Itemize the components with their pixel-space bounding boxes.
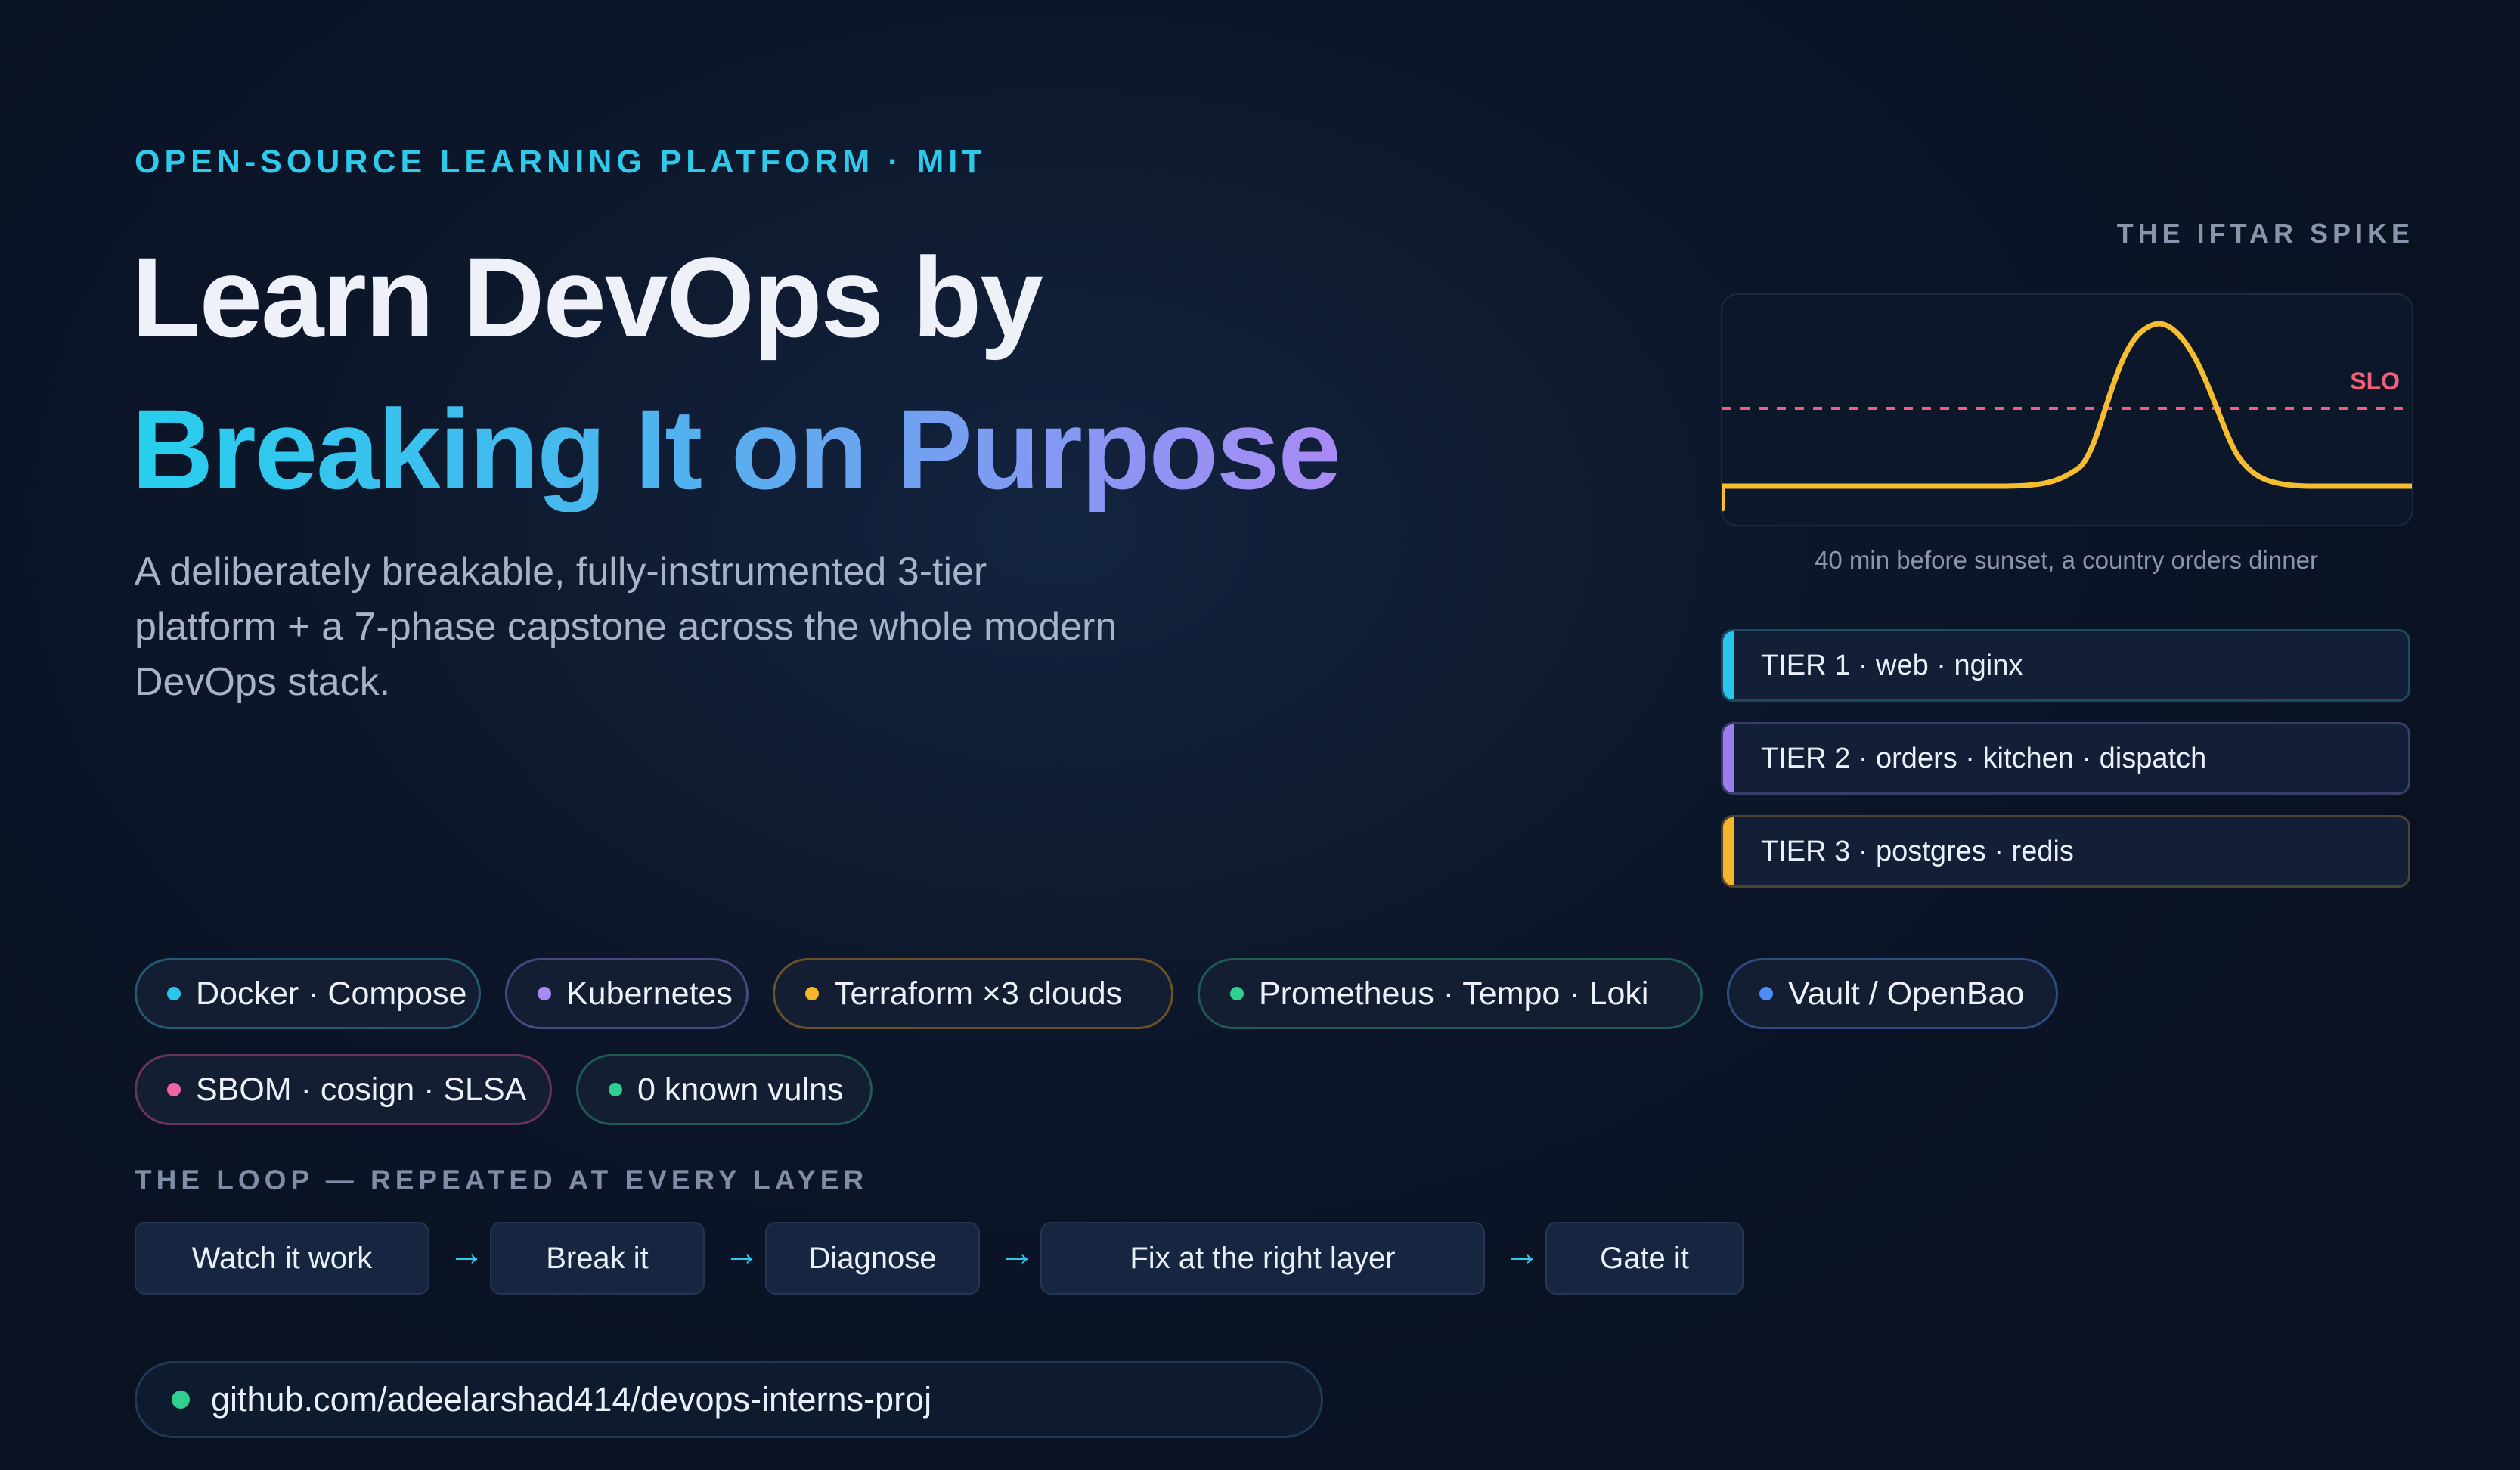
loop-step-watch: Watch it work [135, 1222, 429, 1295]
tier-label: TIER 1 · web · nginx [1761, 649, 2023, 681]
repo-link[interactable]: github.com/adeelarshad414/devops-interns… [135, 1361, 1323, 1438]
chip-label: Docker · Compose [196, 975, 467, 1012]
arrow-right-icon: → [1504, 1233, 1540, 1273]
chip-vault: Vault / OpenBao [1727, 958, 2058, 1029]
chip-vulns: 0 known vulns [576, 1054, 873, 1125]
chip-label: Terraform ×3 clouds [834, 975, 1123, 1012]
loop-step-break: Break it [490, 1222, 705, 1295]
loop-step-gate: Gate it [1545, 1222, 1744, 1295]
tier-accent-bar [1723, 724, 1734, 792]
headline-line-2: Breaking It on Purpose [132, 386, 1341, 513]
loop-step-diagnose: Diagnose [765, 1222, 980, 1295]
spike-chart-svg: SLO [1722, 321, 2412, 512]
eyebrow-label: OPEN-SOURCE LEARNING PLATFORM · MIT [135, 144, 987, 180]
chip-dot [167, 987, 181, 1000]
chip-label: Prometheus · Tempo · Loki [1259, 975, 1649, 1012]
status-dot [172, 1391, 190, 1409]
chip-dot [609, 1083, 622, 1096]
tier-3-card: TIER 3 · postgres · redis [1721, 815, 2410, 888]
chip-observability: Prometheus · Tempo · Loki [1198, 958, 1703, 1029]
headline-line-1: Learn DevOps by [132, 234, 1043, 361]
chip-kubernetes: Kubernetes [505, 958, 749, 1029]
arrow-right-icon: → [999, 1233, 1035, 1273]
traffic-spike-line [1722, 321, 2412, 512]
arrow-right-icon: → [724, 1233, 760, 1273]
chip-dot [167, 1083, 181, 1096]
loop-step-fix: Fix at the right layer [1040, 1222, 1485, 1295]
tier-accent-bar [1723, 631, 1734, 699]
chip-label: 0 known vulns [637, 1071, 844, 1108]
chip-dot [538, 987, 551, 1000]
spike-caption: 40 min before sunset, a country orders d… [1815, 546, 2318, 574]
chip-terraform: Terraform ×3 clouds [773, 958, 1173, 1029]
loop-label: THE LOOP — REPEATED AT EVERY LAYER [135, 1165, 869, 1196]
chip-label: SBOM · cosign · SLSA [196, 1071, 527, 1108]
tier-label: TIER 2 · orders · kitchen · dispatch [1761, 742, 2207, 774]
chip-dot [805, 987, 819, 1000]
tier-1-card: TIER 1 · web · nginx [1721, 629, 2410, 702]
tier-label: TIER 3 · postgres · redis [1761, 835, 2074, 867]
chip-dot [1759, 987, 1773, 1000]
tier-accent-bar [1723, 817, 1734, 885]
chip-dot [1230, 987, 1244, 1000]
subtitle: A deliberately breakable, fully-instrume… [135, 550, 1117, 704]
arrow-right-icon: → [448, 1233, 485, 1273]
chip-label: Vault / OpenBao [1788, 975, 2025, 1012]
chip-docker: Docker · Compose [135, 958, 481, 1029]
slo-label: SLO [2350, 368, 2400, 395]
repo-url: github.com/adeelarshad414/devops-interns… [211, 1380, 932, 1419]
spike-chart: SLO [1721, 293, 2413, 526]
chip-label: Kubernetes [566, 975, 733, 1012]
spike-panel-label: THE IFTAR SPIKE [2116, 218, 2414, 249]
chip-supply-chain: SBOM · cosign · SLSA [135, 1054, 552, 1125]
tier-2-card: TIER 2 · orders · kitchen · dispatch [1721, 722, 2410, 795]
